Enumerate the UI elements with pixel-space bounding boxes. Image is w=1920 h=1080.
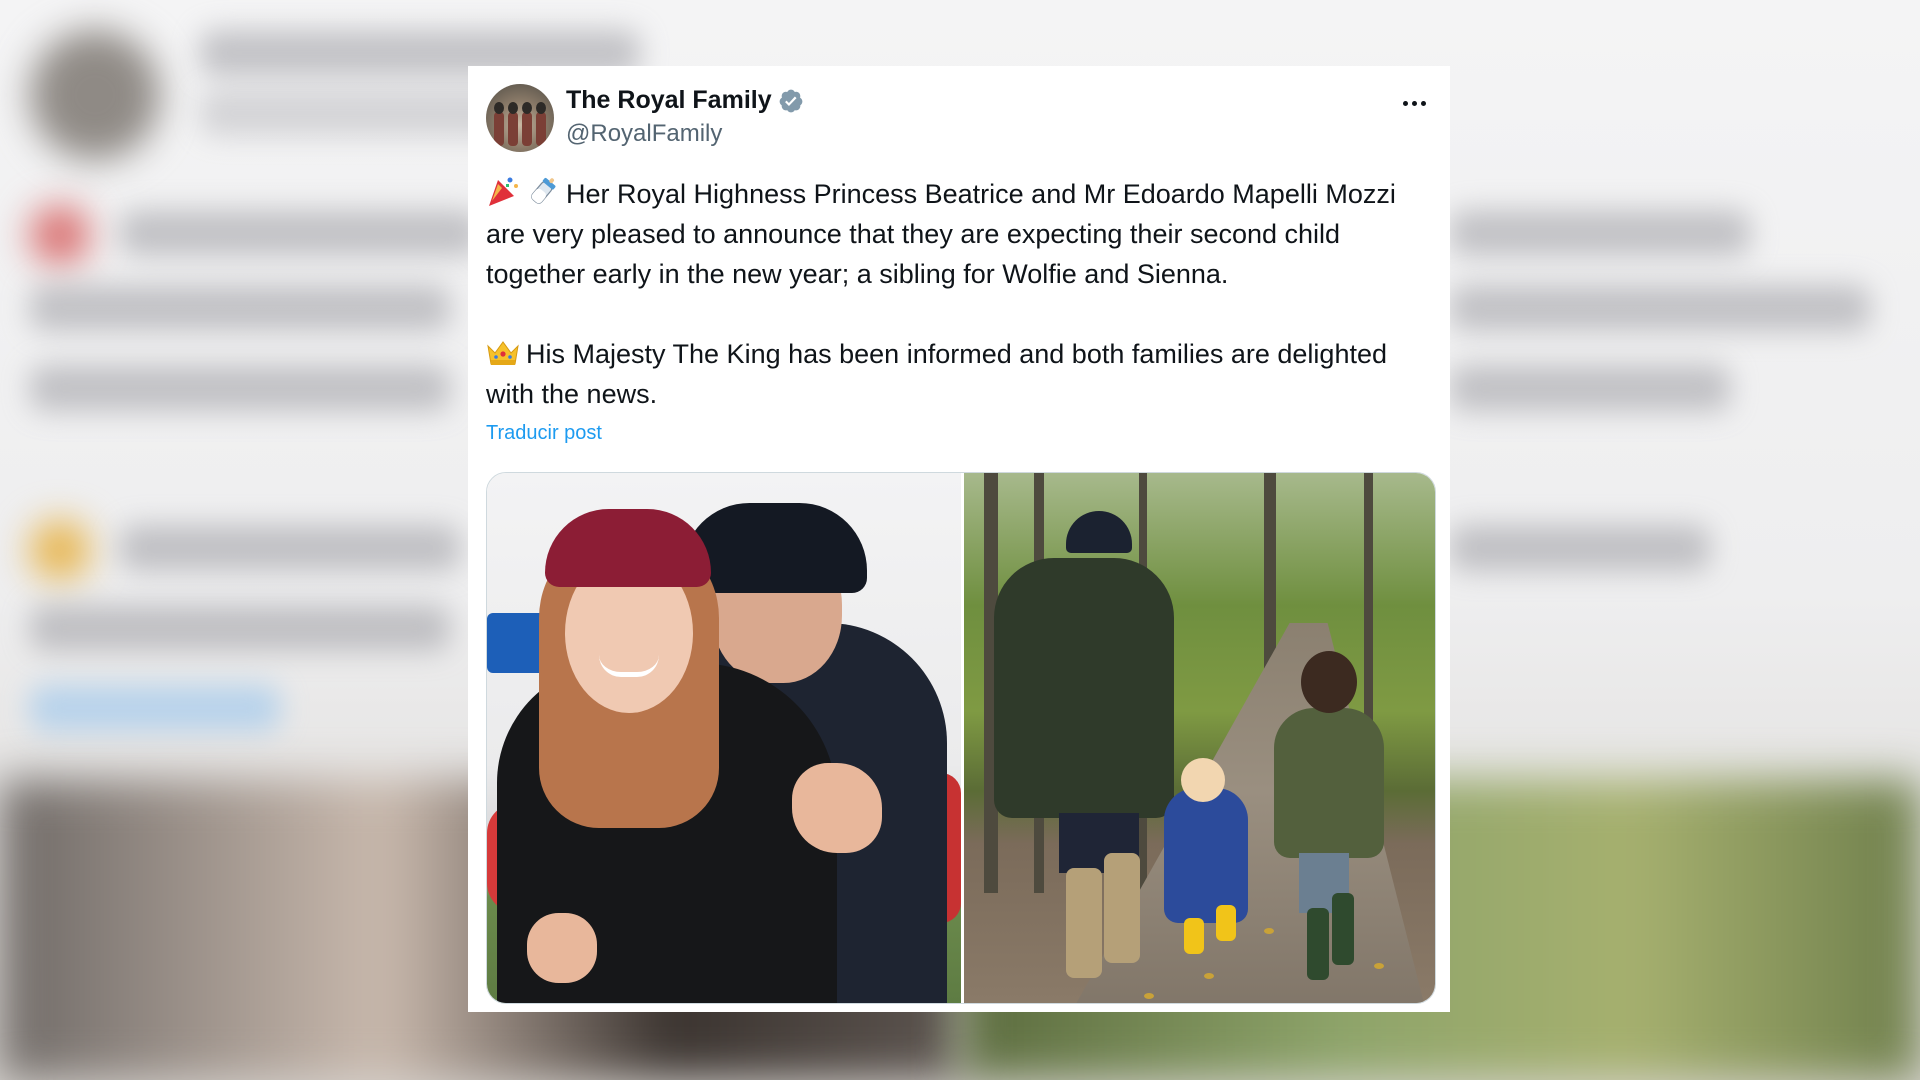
paragraph-2: His Majesty The King has been informed a… [486, 334, 1436, 414]
blurred-line [30, 285, 450, 331]
blurred-avatar [30, 30, 160, 160]
crown-icon [487, 341, 519, 365]
blurred-link [30, 685, 280, 731]
translate-post-link[interactable]: Traducir post [486, 422, 602, 445]
blurred-line [1450, 365, 1730, 411]
photo-family-walk[interactable] [961, 473, 1435, 1003]
baby-bottle-icon [531, 177, 556, 204]
party-popper-icon [489, 177, 518, 206]
verified-badge-icon [779, 89, 802, 112]
media-grid [486, 472, 1436, 1004]
blurred-emoji [30, 205, 90, 265]
paragraph-2-text: His Majesty The King has been informed a… [486, 339, 1387, 409]
blurred-line [1450, 525, 1710, 571]
author-name-row: The Royal Family [566, 86, 804, 115]
photo-couple-hug[interactable] [487, 473, 961, 1003]
blurred-line [120, 210, 480, 256]
blurred-emoji [30, 520, 90, 580]
blurred-line [1450, 210, 1750, 256]
blurred-line [30, 605, 450, 651]
tweet-card: The Royal Family @RoyalFamily Her Royal … [468, 66, 1450, 1012]
paragraph-1: Her Royal Highness Princess Beatrice and… [486, 174, 1436, 294]
avatar[interactable] [486, 84, 554, 152]
more-options-icon[interactable] [1394, 88, 1434, 118]
paragraph-1-text: Her Royal Highness Princess Beatrice and… [486, 179, 1396, 289]
blurred-line [120, 525, 460, 571]
handle[interactable]: @RoyalFamily [566, 120, 722, 148]
blurred-line [30, 365, 450, 411]
tweet-text: Her Royal Highness Princess Beatrice and… [486, 174, 1436, 414]
display-name[interactable]: The Royal Family [566, 86, 772, 115]
blurred-line [1450, 285, 1870, 331]
